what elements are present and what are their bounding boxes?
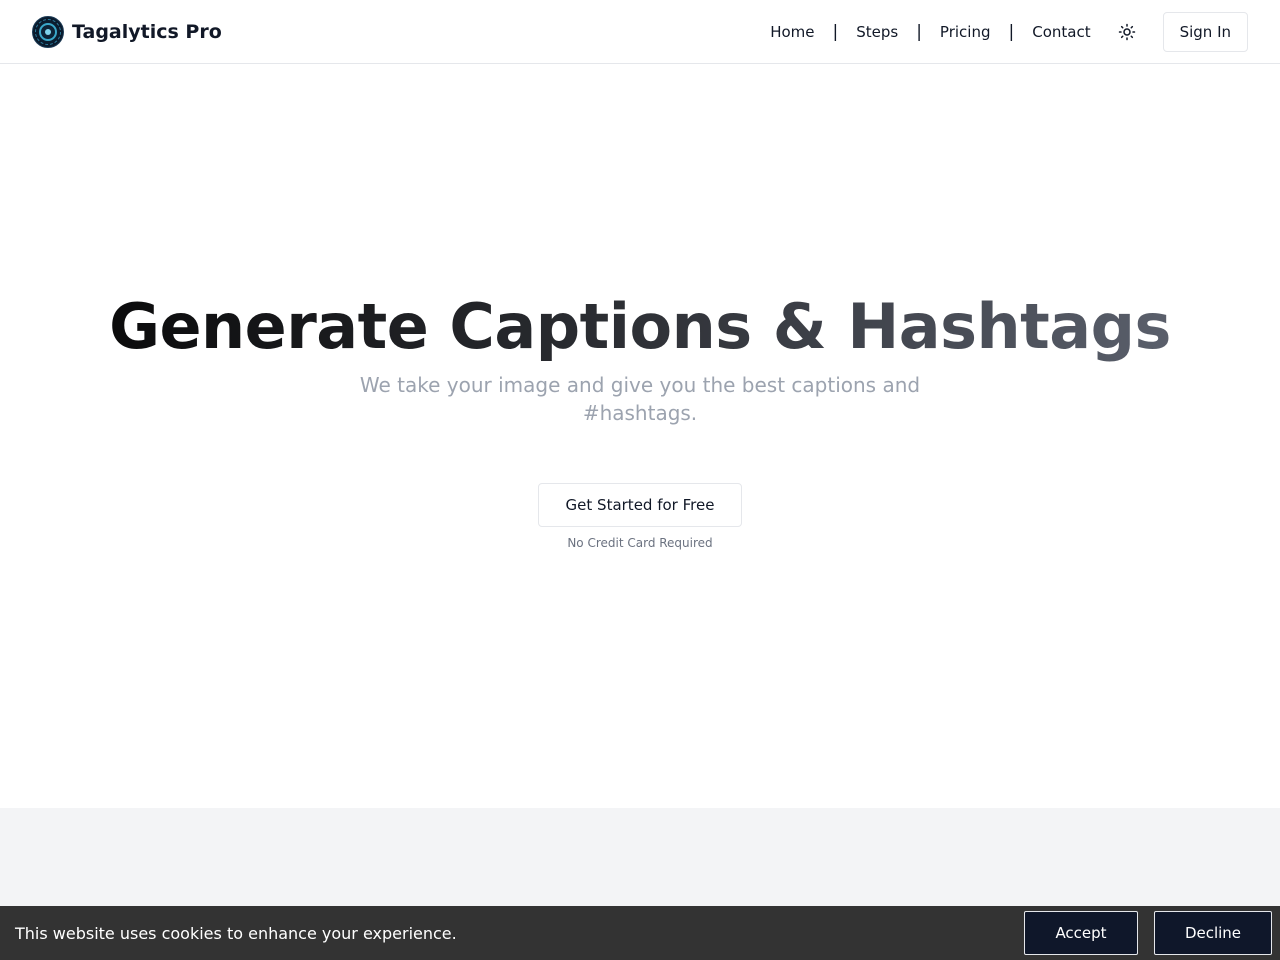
nav-separator: | bbox=[832, 21, 839, 42]
hero-title: Generate Captions & Hashtags bbox=[109, 290, 1171, 363]
get-started-button[interactable]: Get Started for Free bbox=[538, 483, 742, 527]
site-header: Tagalytics Pro Home | Steps | Pricing | … bbox=[0, 0, 1280, 64]
nav-separator: | bbox=[916, 21, 922, 42]
sign-in-button[interactable]: Sign In bbox=[1162, 11, 1248, 52]
decline-cookies-button[interactable]: Decline bbox=[1154, 911, 1272, 955]
nav-contact-link[interactable]: Contact bbox=[1032, 23, 1090, 41]
hero-section: Generate Captions & Hashtags We take you… bbox=[0, 64, 1280, 808]
hero-subtitle: We take your image and give you the best… bbox=[359, 373, 921, 425]
brand-name: Tagalytics Pro bbox=[72, 20, 222, 43]
no-credit-card-note: No Credit Card Required bbox=[567, 536, 713, 550]
theme-toggle-sun-icon[interactable] bbox=[1115, 20, 1139, 44]
nav-home-link[interactable]: Home bbox=[770, 23, 814, 41]
brand[interactable]: Tagalytics Pro bbox=[32, 15, 222, 48]
nav-separator: | bbox=[1008, 21, 1015, 42]
cookie-message: This website uses cookies to enhance you… bbox=[15, 923, 457, 943]
main-nav: Home | Steps | Pricing | Contact Sign In bbox=[770, 11, 1248, 52]
cookie-actions: Accept Decline bbox=[1024, 911, 1272, 955]
brand-logo-icon bbox=[32, 15, 64, 48]
accept-cookies-button[interactable]: Accept bbox=[1024, 911, 1138, 955]
cookie-banner: This website uses cookies to enhance you… bbox=[0, 906, 1280, 960]
nav-steps-link[interactable]: Steps bbox=[856, 23, 898, 41]
nav-pricing-link[interactable]: Pricing bbox=[940, 23, 991, 41]
